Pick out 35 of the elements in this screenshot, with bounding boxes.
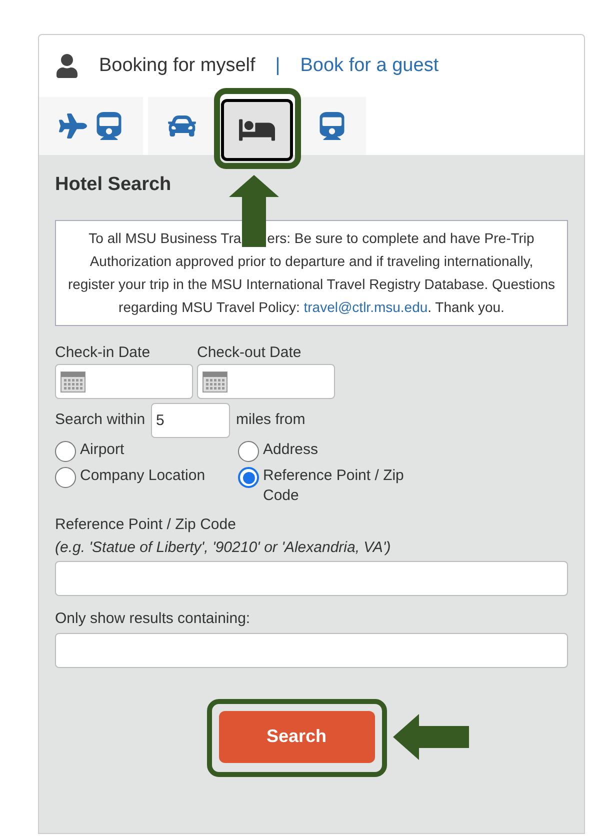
train-icon [95, 112, 123, 140]
within-label: Search within [55, 410, 146, 430]
tab[interactable] [298, 97, 366, 155]
radio-button[interactable] [55, 467, 76, 488]
guest-link[interactable]: Book for a guest [300, 52, 439, 80]
separator: | [275, 54, 280, 78]
radio-button[interactable] [55, 441, 76, 462]
radio-label: Company Location [80, 466, 206, 486]
filter-field[interactable] [55, 632, 568, 668]
checkout-field[interactable] [197, 364, 335, 399]
radio-button[interactable] [238, 441, 259, 462]
checkin-label: Check-in Date [55, 342, 152, 362]
email-link[interactable]: travel@ctlr.msu.edu [304, 298, 428, 314]
plane-icon [59, 112, 87, 140]
person-icon [55, 54, 79, 78]
radio-label: Address [263, 440, 320, 460]
booking-self-label: Booking for myself [99, 54, 256, 78]
train-icon [318, 112, 346, 140]
miles-label: miles from [236, 410, 306, 430]
radio-label: Reference Point / Zip Code [263, 466, 405, 506]
panel-title: Hotel Search [55, 173, 172, 197]
radio-label: Airport [80, 440, 126, 460]
calendar-icon [60, 370, 86, 392]
search-button[interactable]: Search [218, 710, 374, 762]
reference-field[interactable] [55, 561, 568, 596]
filter-label: Only show results containing: [55, 609, 252, 629]
calendar-icon [202, 370, 228, 392]
radio-button[interactable] [238, 467, 259, 488]
reference-label: Reference Point / Zip Code [55, 515, 237, 535]
tab[interactable] [148, 97, 216, 155]
tab[interactable] [221, 99, 293, 161]
checkout-label: Check-out Date [197, 342, 302, 362]
checkin-field[interactable] [55, 364, 193, 399]
reference-hint: (e.g. 'Statue of Liberty', '90210' or 'Alexandria, VA') [55, 538, 392, 558]
distance-field[interactable]: 5 [151, 403, 230, 438]
